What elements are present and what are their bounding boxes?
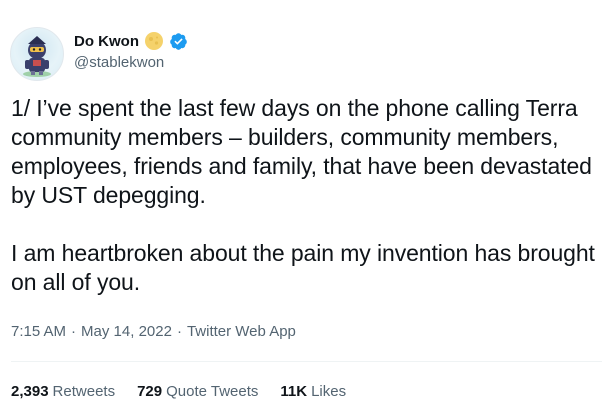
quote-tweets-label: Quote Tweets: [166, 383, 259, 400]
verified-badge-icon: [169, 32, 188, 51]
tweet: Do Kwon @stablekwon 1/ I’ve spent the la…: [0, 0, 602, 414]
divider: [11, 361, 602, 362]
author-handle[interactable]: @stablekwon: [74, 54, 188, 71]
tweet-stats: 2,393 Retweets 729 Quote Tweets 11K Like…: [11, 383, 346, 400]
quote-tweets-stat[interactable]: 729 Quote Tweets: [137, 383, 258, 400]
retweets-count: 2,393: [11, 383, 49, 400]
quote-tweets-count: 729: [137, 383, 163, 400]
avatar-illustration: [23, 36, 51, 77]
retweets-label: Retweets: [52, 383, 116, 400]
tweet-timestamp-link[interactable]: 7:15 AM · May 14, 2022: [11, 323, 172, 340]
retweets-stat[interactable]: 2,393 Retweets: [11, 383, 115, 400]
avatar[interactable]: [10, 27, 64, 81]
tweet-date: May 14, 2022: [81, 323, 172, 340]
name-row: Do Kwon: [74, 30, 188, 52]
meta-separator: ·: [71, 323, 77, 340]
tweet-source-link[interactable]: Twitter Web App: [187, 323, 296, 340]
tweet-text: 1/ I’ve spent the last few days on the p…: [11, 94, 596, 297]
meta-separator: ·: [176, 323, 182, 340]
tweet-meta: 7:15 AM · May 14, 2022 · Twitter Web App: [11, 323, 296, 340]
moon-badge-icon: [144, 31, 164, 51]
tweet-time: 7:15 AM: [11, 323, 67, 340]
likes-stat[interactable]: 11K Likes: [280, 383, 346, 400]
tweet-paragraph: 1/ I’ve spent the last few days on the p…: [11, 95, 599, 208]
tweet-paragraph: I am heartbroken about the pain my inven…: [11, 240, 602, 295]
tweet-header: Do Kwon @stablekwon: [74, 30, 188, 78]
likes-count: 11K: [280, 383, 308, 400]
likes-label: Likes: [311, 383, 347, 400]
author-name[interactable]: Do Kwon: [74, 33, 139, 50]
